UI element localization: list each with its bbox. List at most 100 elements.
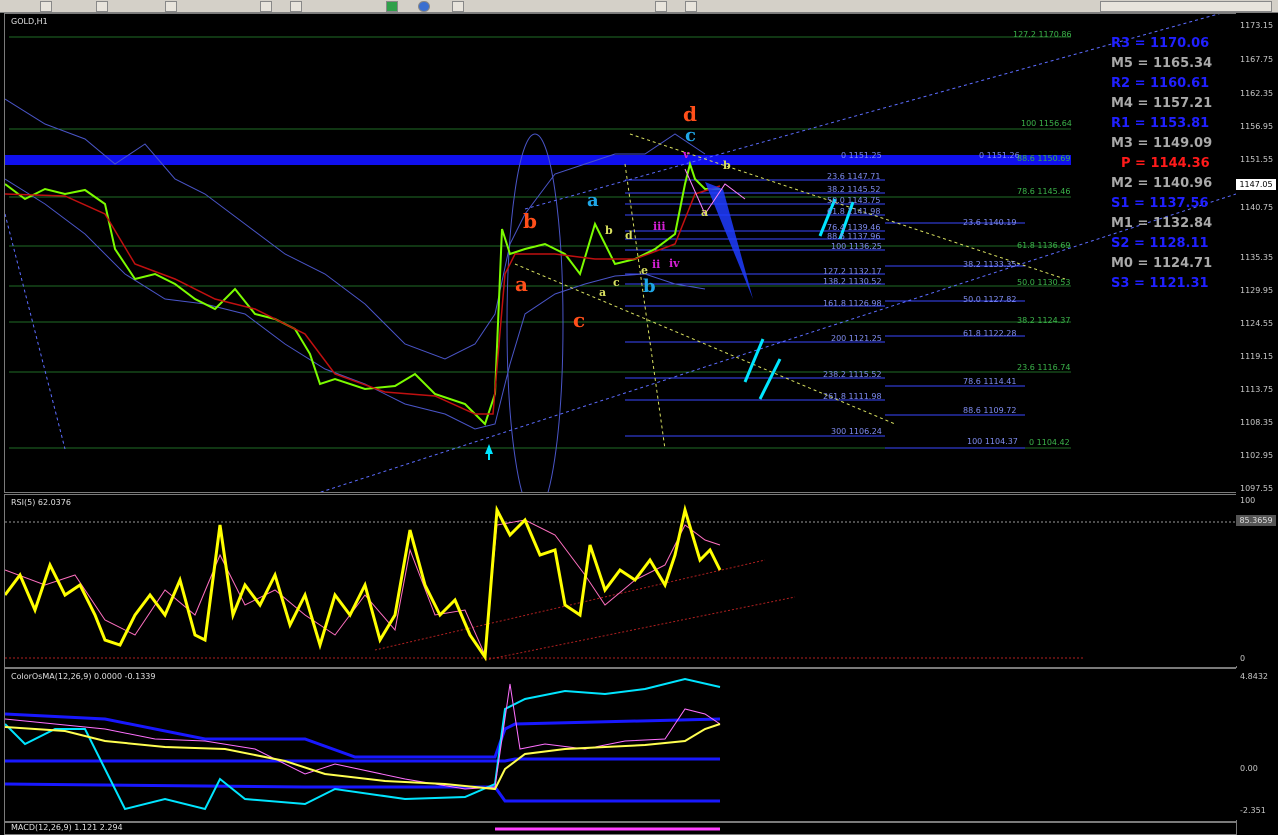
wave-label-a-top: a xyxy=(701,206,709,219)
price-tick: 1167.75 xyxy=(1240,55,1274,64)
wave-label-d: d xyxy=(683,102,697,126)
price-axis[interactable]: 1173.15 1167.75 1162.35 1156.95 1151.55 … xyxy=(1236,13,1278,493)
wave-label-a-small: a xyxy=(599,286,607,299)
wave-label-iv: iv xyxy=(669,257,680,270)
price-tick: 1162.35 xyxy=(1240,89,1274,98)
osma-axis[interactable]: 4.8432 0.00 -2.351 xyxy=(1236,668,1278,820)
new-chart-icon[interactable] xyxy=(40,1,52,12)
price-tick: 1102.95 xyxy=(1240,451,1274,460)
osma-axis-mid: 0.00 xyxy=(1240,764,1258,773)
wave-label-b-small: b xyxy=(605,224,613,237)
osma-axis-top: 4.8432 xyxy=(1240,672,1268,681)
fib-green-label: 88.6 1150.69 xyxy=(1017,154,1071,163)
fib-label: 261.8 1111.98 xyxy=(823,392,882,401)
fib-label: 50.0 1143.75 xyxy=(827,196,881,205)
period-icon[interactable] xyxy=(418,1,430,12)
fib2-label: 78.6 1114.41 xyxy=(963,377,1017,386)
price-chart-pane[interactable]: GOLD,H1 d c b a c a b b d c a e a b iii … xyxy=(4,13,1237,493)
wave-label-a-blue: a xyxy=(587,190,599,211)
fib-label: 76.4 1139.46 xyxy=(827,223,881,232)
fib2-label: 0 1151.26 xyxy=(979,151,1020,160)
osma-pane[interactable]: ColorOsMA(12,26,9) 0.0000 -0.1339 xyxy=(4,668,1237,822)
crosshair-icon[interactable] xyxy=(165,1,177,12)
macd-pane[interactable]: MACD(12,26,9) 1.121 2.294 xyxy=(4,822,1237,835)
wave-label-b-top: b xyxy=(723,159,731,172)
fib-label: 300 1106.24 xyxy=(831,427,882,436)
fib-label: 23.6 1147.71 xyxy=(827,172,881,181)
fib2-label: 50.0 1127.82 xyxy=(963,295,1017,304)
wave-label-b-orange: b xyxy=(523,209,537,233)
pivot-m4: M4 = 1157.21 xyxy=(1111,96,1213,111)
pivot-m3: M3 = 1149.09 xyxy=(1111,136,1213,151)
open-icon[interactable] xyxy=(96,1,108,12)
template-icon[interactable] xyxy=(452,1,464,12)
line-tool-icon[interactable] xyxy=(655,1,667,12)
fib-label: 38.2 1145.52 xyxy=(827,185,881,194)
fib-green-label: 61.8 1136.69 xyxy=(1017,241,1071,250)
fibo-tool-icon[interactable] xyxy=(685,1,697,12)
fib2-label: 38.2 1133.35 xyxy=(963,260,1017,269)
price-tick: 1140.75 xyxy=(1240,203,1274,212)
fib-label: 238.2 1115.52 xyxy=(823,370,882,379)
wave-label-c-orange: c xyxy=(573,308,586,332)
fib2-label: 61.8 1122.28 xyxy=(963,329,1017,338)
wave-label-ii: ii xyxy=(652,258,661,271)
fib-green-label: 127.2 1170.86 xyxy=(1013,30,1072,39)
pivot-m0: M0 = 1124.71 xyxy=(1111,256,1213,271)
fib-green-label: 0 1104.42 xyxy=(1029,438,1070,447)
rsi-svg xyxy=(5,504,1236,662)
price-chart-svg xyxy=(5,14,1236,492)
wave-label-b-blue: b xyxy=(643,276,656,297)
rsi-title: RSI(5) 62.0376 xyxy=(11,498,71,507)
pivot-s1: S1 = 1137.56 xyxy=(1111,196,1209,211)
osma-svg xyxy=(5,677,721,811)
fib-green-label: 38.2 1124.37 xyxy=(1017,316,1071,325)
wave-label-c-blue: c xyxy=(685,125,696,146)
macd-title: MACD(12,26,9) 1.121 2.294 xyxy=(11,823,123,832)
zoom-out-icon[interactable] xyxy=(290,1,302,12)
pivot-r3: R3 = 1170.06 xyxy=(1111,36,1210,51)
fib-green-label: 100 1156.64 xyxy=(1021,119,1072,128)
wave-label-d-small: d xyxy=(625,229,633,242)
fib-green-label: 23.6 1116.74 xyxy=(1017,363,1071,372)
chart-symbol-title: GOLD,H1 xyxy=(11,17,48,26)
timeframe-bar[interactable] xyxy=(1100,1,1272,12)
osma-axis-bottom: -2.351 xyxy=(1240,806,1266,815)
pivot-m1: M1 = 1132.84 xyxy=(1111,216,1213,231)
pivot-s2: S2 = 1128.11 xyxy=(1111,236,1209,251)
fib-label: 0 1151.25 xyxy=(841,151,882,160)
pivot-m2: M2 = 1140.96 xyxy=(1111,176,1213,191)
fib2-label: 100 1104.37 xyxy=(967,437,1018,446)
price-tick: 1151.55 xyxy=(1240,155,1274,164)
price-tick: 1173.15 xyxy=(1240,21,1274,30)
fib-label: 88.6 1137.96 xyxy=(827,232,881,241)
current-price-tag: 1147.05 xyxy=(1236,179,1276,190)
price-tick: 1156.95 xyxy=(1240,122,1274,131)
wave-label-v: v xyxy=(683,148,690,161)
pivot-m5: M5 = 1165.34 xyxy=(1111,56,1213,71)
fib-label: 100 1136.25 xyxy=(831,242,882,251)
add-indicator-icon[interactable] xyxy=(386,1,398,12)
toolbar xyxy=(0,0,1278,13)
pivot-r2: R2 = 1160.61 xyxy=(1111,76,1210,91)
fib-label: 138.2 1130.52 xyxy=(823,277,882,286)
fib-label: 61.8 1141.98 xyxy=(827,207,881,216)
pivot-s3: S3 = 1121.31 xyxy=(1111,276,1209,291)
wave-label-iii: iii xyxy=(653,220,666,233)
rsi-axis-top: 100 xyxy=(1240,496,1256,505)
zoom-in-icon[interactable] xyxy=(260,1,272,12)
rsi-level-tag: 85.3659 xyxy=(1236,515,1276,526)
rsi-pane[interactable]: RSI(5) 62.0376 xyxy=(4,494,1237,668)
price-tick: 1135.35 xyxy=(1240,253,1274,262)
price-tick: 1119.15 xyxy=(1240,352,1274,361)
price-tick: 1113.75 xyxy=(1240,385,1274,394)
price-tick: 1108.35 xyxy=(1240,418,1274,427)
resistance-zone xyxy=(5,155,1071,165)
fib-label: 200 1121.25 xyxy=(831,334,882,343)
fib2-label: 88.6 1109.72 xyxy=(963,406,1017,415)
fib-label: 127.2 1132.17 xyxy=(823,267,882,276)
wave-label-c-small: c xyxy=(613,276,620,289)
wave-label-e-small: e xyxy=(641,264,648,277)
fib-green-label: 50.0 1130.53 xyxy=(1017,278,1071,287)
price-tick: 1097.55 xyxy=(1240,484,1274,493)
